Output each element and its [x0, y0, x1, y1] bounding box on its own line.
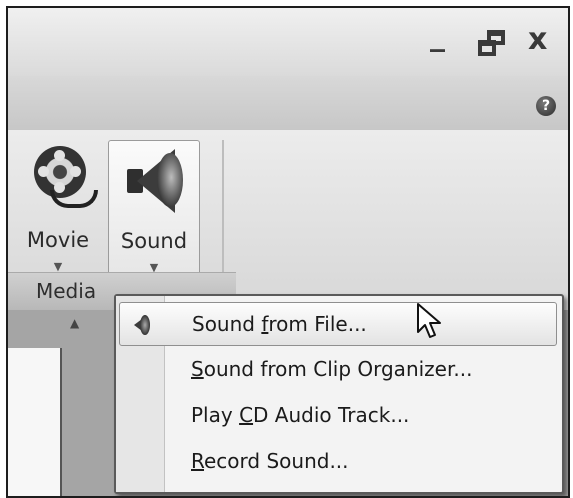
- menu-item-label: Play CD Audio Track...: [191, 403, 410, 427]
- sound-button-label: Sound: [120, 229, 188, 253]
- speaker-disc: [140, 315, 150, 335]
- menu-item-label: Record Sound...: [191, 449, 349, 473]
- app-window: _ x ? Movie ▼ Sound ▼ Media ▲ Sound from…: [6, 6, 570, 498]
- speaker-icon: [127, 149, 187, 213]
- group-label-media: Media: [36, 279, 97, 303]
- film-strip-icon: [50, 190, 98, 208]
- menu-item-label: Sound from Clip Organizer...: [191, 357, 473, 381]
- scroll-up-icon[interactable]: ▲: [70, 316, 88, 334]
- minimize-button[interactable]: _: [430, 18, 445, 53]
- menu-item-label: Sound from File...: [192, 312, 367, 336]
- close-button[interactable]: x: [528, 22, 547, 57]
- slide-thumbnail-panel[interactable]: [8, 348, 62, 496]
- reel-hole: [70, 166, 81, 177]
- restore-button[interactable]: [478, 30, 506, 56]
- menu-item-sound-from-clip-organizer[interactable]: Sound from Clip Organizer...: [119, 348, 557, 392]
- ribbon-tab-strip: ?: [8, 76, 568, 131]
- reel-hole: [38, 166, 49, 177]
- speaker-disc: [157, 153, 183, 207]
- movie-button-label: Movie: [26, 228, 90, 252]
- menu-item-sound-from-file[interactable]: Sound from File...: [119, 302, 557, 346]
- mouse-cursor-icon: [417, 303, 441, 338]
- title-bar: _ x: [8, 8, 568, 76]
- restore-front-icon: [478, 40, 496, 56]
- reel-hole: [54, 150, 65, 161]
- menu-item-record-sound[interactable]: Record Sound...: [119, 440, 557, 484]
- movie-button[interactable]: Movie ▼: [22, 140, 98, 290]
- sound-dropdown-menu: Sound from File... Sound from Clip Organ…: [114, 294, 564, 494]
- sound-button[interactable]: Sound ▼: [108, 140, 200, 290]
- speaker-icon: [132, 314, 154, 336]
- help-icon[interactable]: ?: [536, 96, 556, 116]
- menu-item-play-cd-audio-track[interactable]: Play CD Audio Track...: [119, 394, 557, 438]
